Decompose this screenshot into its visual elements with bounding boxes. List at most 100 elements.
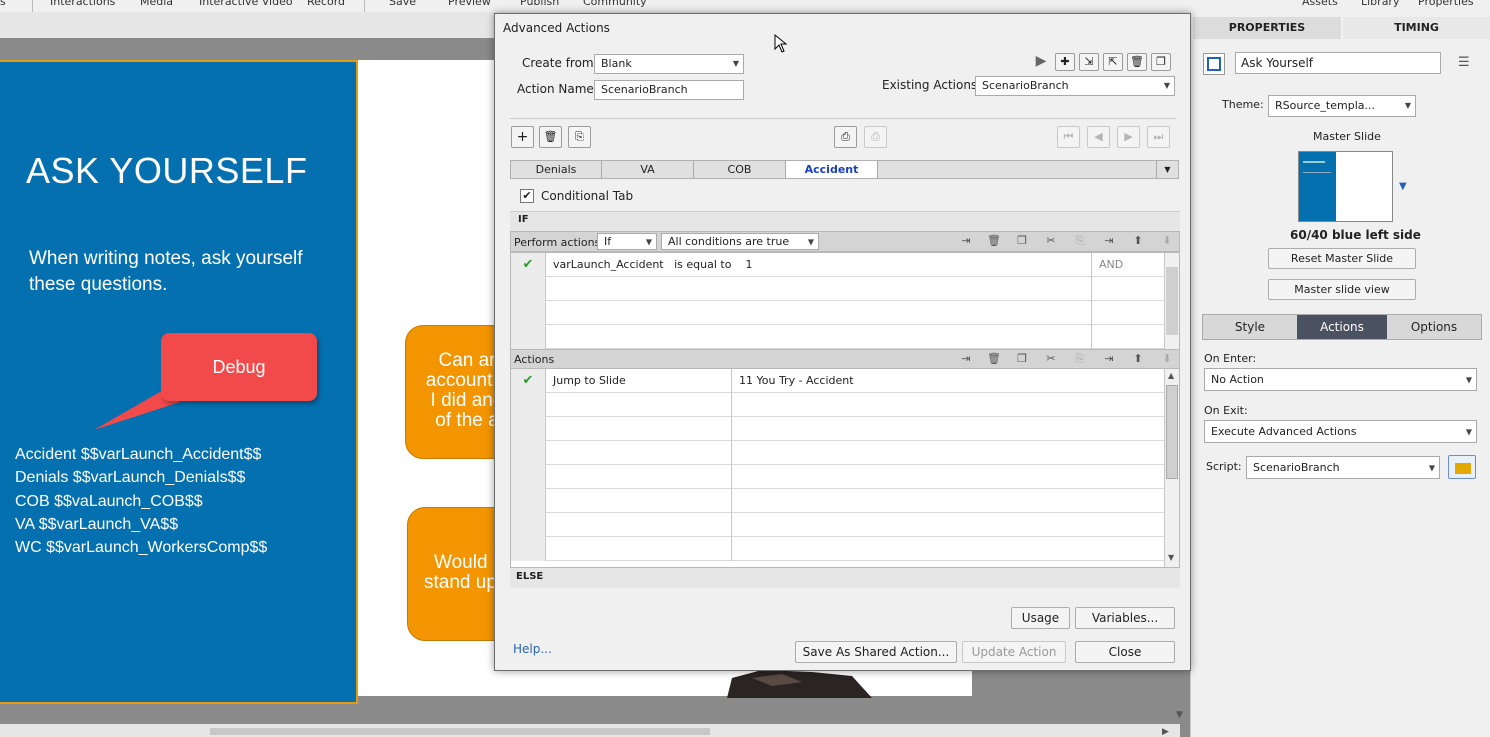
action-command[interactable]: Jump to Slide [546,369,732,393]
copy-tab-icon[interactable]: ⎘ [568,126,591,148]
toolbar-publish[interactable]: Publish [520,0,559,8]
conditional-tab-checkbox[interactable]: ✔ [520,189,534,203]
first-tab-icon[interactable]: ⏮ [1057,126,1080,148]
delete-row-icon[interactable]: 🗑 [981,352,1007,365]
toolbar-interactive-video[interactable]: Interactive Video [199,0,293,8]
duplicate-action-icon[interactable]: ❐ [1151,53,1171,71]
delete-action-icon[interactable]: 🗑 [1127,53,1147,71]
action-name-input[interactable]: ScenarioBranch [594,80,744,100]
slide-body-text[interactable]: When writing notes, ask yourself these q… [29,246,339,298]
toolbar-record[interactable]: Record [307,0,345,8]
copy-row-icon[interactable]: ❐ [1009,352,1035,365]
perform-actions-dropdown[interactable]: If ▼ [597,233,657,250]
insert-after-icon[interactable]: ⇥ [1096,352,1122,365]
save-as-shared-action-button[interactable]: Save As Shared Action... [795,641,957,663]
panel-menu-icon[interactable]: ☰ [1458,55,1470,70]
action-row[interactable]: ✔ Jump to Slide 11 You Try - Accident [511,369,1164,393]
help-link[interactable]: Help... [513,642,552,656]
else-section-header[interactable]: ELSE [510,568,1180,588]
usage-button[interactable]: Usage [1011,607,1070,629]
delete-row-icon[interactable]: 🗑 [981,234,1007,247]
slide-color-swatch[interactable] [1203,53,1225,75]
actions-scrollbar[interactable]: ▲ ▼ [1164,369,1179,567]
export-action-icon[interactable]: ⇱ [1103,53,1123,71]
import-action-icon[interactable]: ⇲ [1079,53,1099,71]
tab-properties[interactable]: PROPERTIES [1193,17,1341,39]
condition-expression[interactable]: varLaunch_Accident is equal to 1 [546,253,1092,277]
master-slide-view-button[interactable]: Master slide view [1268,279,1416,300]
toolbar-properties[interactable]: Properties [1418,0,1474,8]
action-target[interactable]: 11 You Try - Accident [732,369,854,393]
tab-style[interactable]: Style [1203,315,1297,339]
reset-master-slide-button[interactable]: Reset Master Slide [1268,248,1416,269]
create-from-dropdown[interactable]: Blank ▼ [594,54,744,74]
toolbar-community[interactable]: Community [583,0,647,8]
action-row-empty[interactable] [511,441,1164,465]
slide-name-field[interactable]: Ask Yourself [1235,52,1441,74]
conditions-dropdown[interactable]: All conditions are true ▼ [661,233,819,250]
tab-timing[interactable]: TIMING [1343,17,1490,39]
condition-row-empty[interactable] [511,325,1164,349]
script-dropdown[interactable]: ScenarioBranch ▼ [1246,456,1440,479]
scroll-right-icon[interactable]: ▶ [1162,727,1169,737]
on-enter-dropdown[interactable]: No Action ▼ [1204,368,1477,391]
variable-list[interactable]: Accident $$varLaunch_Accident$$ Denials … [15,443,267,559]
debug-callout[interactable]: Debug [161,333,317,401]
stage-scroll-thumb[interactable] [210,728,710,735]
copy-row-icon[interactable]: ❐ [1009,234,1035,247]
save-tab-icon[interactable]: ⎙ [834,126,857,148]
action-row-empty[interactable] [511,489,1164,513]
move-down-icon[interactable]: ⬇ [1154,352,1180,365]
action-row-empty[interactable] [511,465,1164,489]
tab-accident[interactable]: Accident [786,161,878,178]
preview-action-icon[interactable]: ▶ [1031,53,1051,71]
add-tab-icon[interactable]: + [511,126,534,148]
tab-options[interactable]: Options [1387,315,1481,339]
move-down-icon[interactable]: ⬇ [1154,234,1180,247]
condition-row[interactable]: ✔ varLaunch_Accident is equal to 1 AND [511,253,1164,277]
toolbar-assets[interactable]: Assets [1302,0,1338,8]
toolbar-save[interactable]: Save [389,0,416,8]
cut-row-icon[interactable]: ✂ [1038,234,1064,247]
action-row-empty[interactable] [511,537,1164,561]
action-row-empty[interactable] [511,417,1164,441]
paste-row-icon[interactable]: ⎘ [1067,352,1093,366]
variables-button[interactable]: Variables... [1075,607,1175,629]
toolbar-preview[interactable]: Preview [448,0,491,8]
move-up-icon[interactable]: ⬆ [1125,352,1151,365]
insert-row-icon[interactable]: ⇥ [953,352,979,365]
on-exit-dropdown[interactable]: Execute Advanced Actions ▼ [1204,420,1477,443]
theme-dropdown[interactable]: RSource_templa... ▼ [1268,95,1416,117]
move-up-icon[interactable]: ⬆ [1125,234,1151,247]
action-row-empty[interactable] [511,393,1164,417]
toolbar-library[interactable]: Library [1361,0,1399,8]
condition-row-empty[interactable] [511,301,1164,325]
tab-cob[interactable]: COB [694,161,786,178]
toolbar-media[interactable]: Media [140,0,173,8]
action-row-empty[interactable] [511,513,1164,537]
tabs-overflow-icon[interactable]: ▼ [1156,161,1178,178]
tab-va[interactable]: VA [602,161,694,178]
prev-tab-icon[interactable]: ◀ [1087,126,1110,148]
tab-denials[interactable]: Denials [511,161,602,178]
delete-tab-icon[interactable]: 🗑 [539,126,562,148]
person-image[interactable] [722,668,882,698]
existing-actions-dropdown[interactable]: ScenarioBranch ▼ [975,76,1175,96]
slide-title[interactable]: ASK YOURSELF [26,150,307,192]
new-action-icon[interactable]: ✚ [1055,53,1075,71]
condition-logic[interactable]: AND [1092,253,1123,277]
toolbar-interactions[interactable]: Interactions [50,0,115,8]
next-tab-icon[interactable]: ▶ [1117,126,1140,148]
condition-scrollbar[interactable] [1164,253,1179,349]
tab-actions[interactable]: Actions [1297,315,1387,339]
scroll-down-icon[interactable]: ▼ [1176,710,1183,720]
master-dropdown-icon[interactable]: ▼ [1399,181,1407,192]
close-button[interactable]: Close [1075,641,1175,663]
master-slide-thumbnail[interactable] [1298,151,1393,222]
condition-row-empty[interactable] [511,277,1164,301]
update-action-button[interactable]: Update Action [962,641,1066,663]
last-tab-icon[interactable]: ⏭ [1147,126,1170,148]
paste-tab-icon[interactable]: ⎙ [864,126,887,148]
cut-row-icon[interactable]: ✂ [1038,352,1064,365]
open-advanced-actions-button[interactable] [1448,455,1476,479]
